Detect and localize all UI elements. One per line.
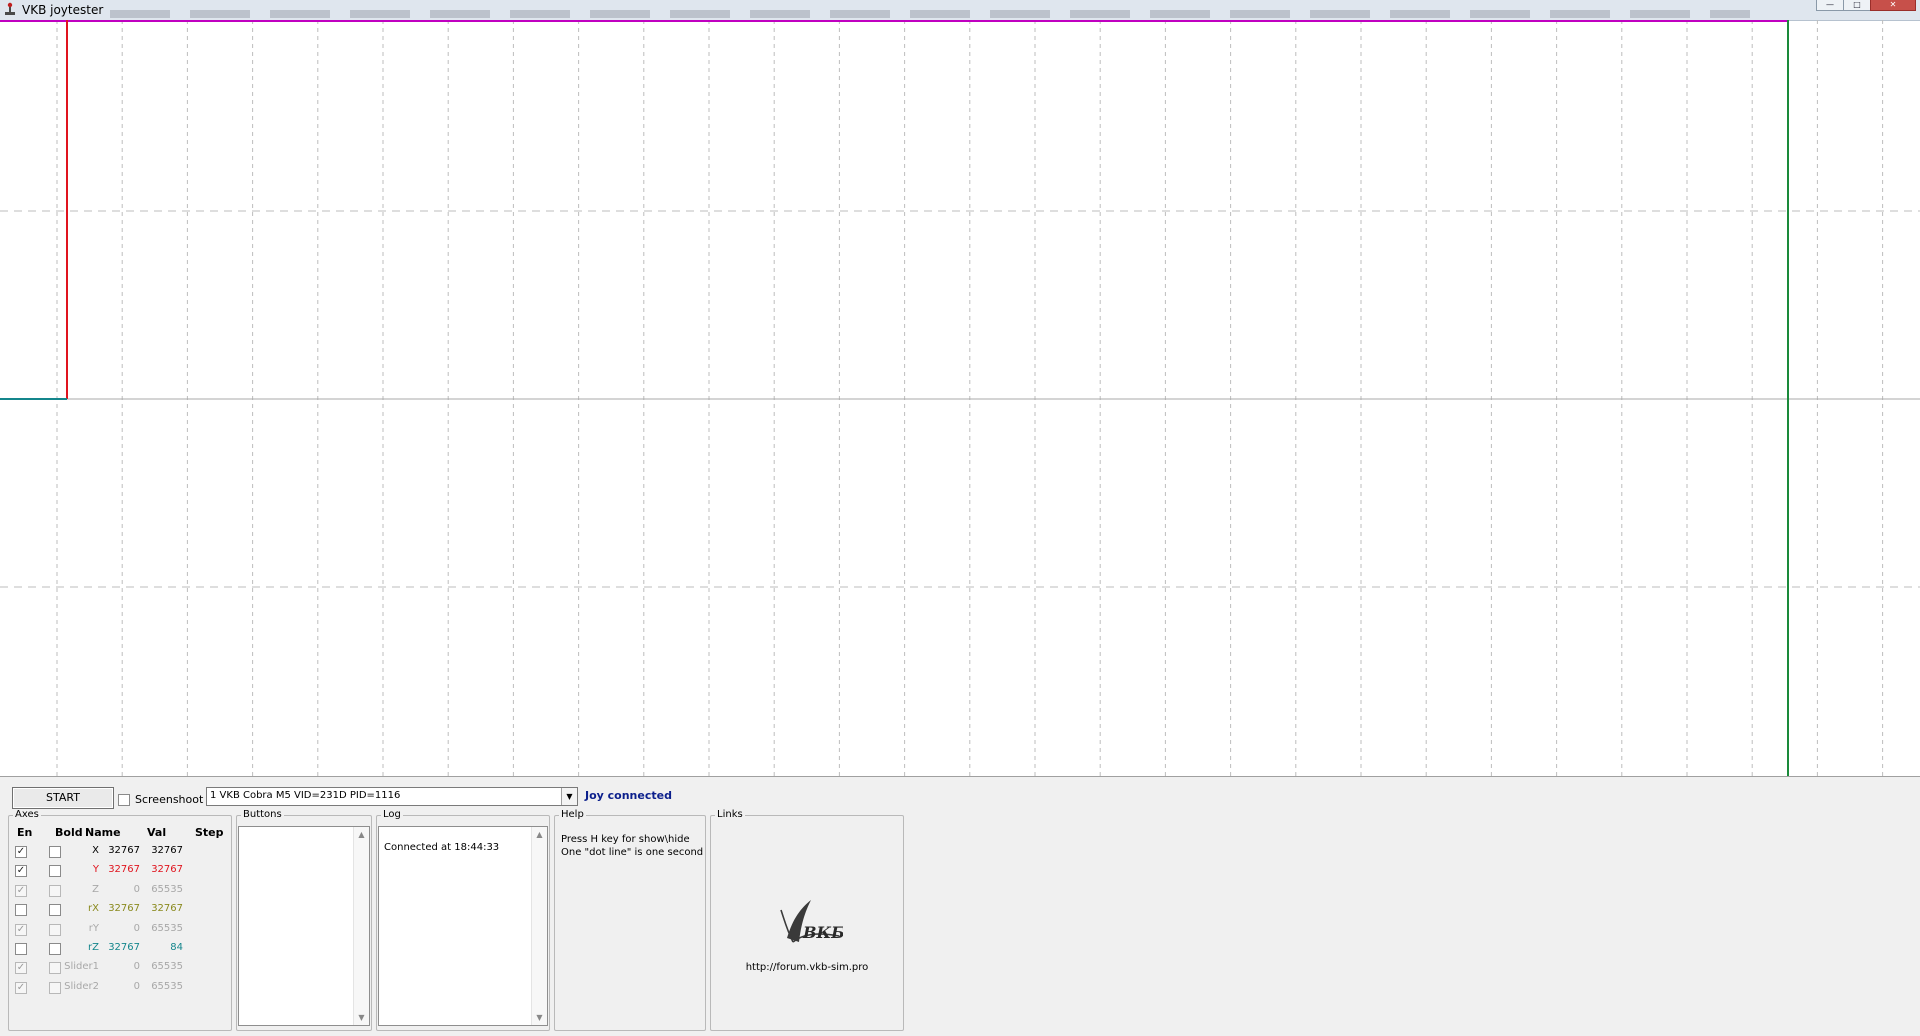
screenshot-checkbox[interactable] bbox=[118, 794, 130, 806]
log-list-scrollbar[interactable]: ▲ ▼ bbox=[531, 827, 547, 1025]
buttons-group-title: Buttons bbox=[241, 809, 284, 821]
screenshot-label: Screenshoot bbox=[135, 793, 204, 806]
axes-group-title: Axes bbox=[13, 809, 41, 821]
device-select-value: 1 VKB Cobra M5 VID=231D PID=1116 bbox=[210, 790, 401, 801]
axis-en-checkbox[interactable] bbox=[15, 943, 27, 955]
axis-step: 65535 bbox=[151, 961, 183, 973]
axis-value: 0 bbox=[133, 980, 140, 992]
axis-step: 32767 bbox=[151, 845, 183, 856]
scroll-down-icon[interactable]: ▼ bbox=[354, 1010, 369, 1025]
axis-en-checkbox[interactable]: ✓ bbox=[15, 962, 27, 975]
scroll-up-icon[interactable]: ▲ bbox=[354, 827, 369, 842]
axis-value: 0 bbox=[133, 922, 140, 934]
scroll-up-icon[interactable]: ▲ bbox=[532, 827, 547, 842]
axis-value: 32767 bbox=[108, 903, 140, 915]
joystick-app-icon bbox=[5, 2, 15, 15]
vkb-logo[interactable]: ВКБ bbox=[773, 898, 843, 958]
minimize-button[interactable]: — bbox=[1816, 0, 1844, 11]
axis-en-checkbox[interactable]: ✓ bbox=[15, 846, 27, 858]
help-line-1: Press H key for show\hide bbox=[561, 834, 690, 845]
axes-header-val: Val bbox=[147, 826, 167, 839]
axis-step: 65535 bbox=[151, 922, 183, 934]
axis-en-checkbox[interactable] bbox=[15, 904, 27, 917]
axis-en-checkbox[interactable]: ✓ bbox=[15, 923, 27, 936]
axis-step: 84 bbox=[170, 942, 183, 953]
axis-step: 32767 bbox=[151, 864, 183, 876]
window-title: VKB joytester bbox=[22, 3, 104, 17]
log-line: Connected at 18:44:33 bbox=[384, 842, 500, 853]
joy-status-label: Joy connected bbox=[585, 789, 672, 802]
axis-value: 32767 bbox=[108, 864, 140, 876]
axes-group: Axes En Bold Name Val Step ✓ X 32767 32767 ✓… bbox=[8, 809, 232, 1031]
log-group-title: Log bbox=[381, 809, 403, 821]
axis-step: 65535 bbox=[151, 980, 183, 992]
log-group: Log Connected at 18:44:33 ▲ ▼ bbox=[376, 809, 550, 1031]
vkb-logo-text: ВКБ bbox=[802, 923, 843, 942]
axes-header-bold: Bold bbox=[55, 826, 83, 839]
forum-link[interactable]: http://forum.vkb-sim.pro bbox=[711, 962, 903, 973]
links-group: Links ВКБ http://forum.vkb-sim.pro bbox=[710, 809, 904, 1031]
axis-value: 0 bbox=[133, 961, 140, 973]
axis-step: 32767 bbox=[151, 903, 183, 915]
axis-en-checkbox[interactable]: ✓ bbox=[15, 865, 27, 878]
maximize-button[interactable]: □ bbox=[1843, 0, 1871, 11]
scroll-down-icon[interactable]: ▼ bbox=[532, 1010, 547, 1025]
start-button[interactable]: START bbox=[12, 787, 114, 809]
chevron-down-icon[interactable]: ▼ bbox=[561, 788, 577, 805]
axis-value: 32767 bbox=[108, 845, 140, 856]
buttons-list-scrollbar[interactable]: ▲ ▼ bbox=[353, 827, 369, 1025]
control-panel: START Screenshoot 1 VKB Cobra M5 VID=231… bbox=[0, 776, 1920, 1036]
axes-header-step: Step bbox=[195, 826, 224, 839]
close-button[interactable]: ✕ bbox=[1870, 0, 1916, 11]
axis-trace-plot bbox=[0, 20, 1920, 776]
help-group-title: Help bbox=[559, 809, 586, 821]
title-bar: VKB joytester — □ ✕ bbox=[0, 0, 1920, 21]
axes-header-name: Name bbox=[85, 826, 121, 839]
buttons-group: Buttons ▲ ▼ bbox=[236, 809, 372, 1031]
axis-value: 0 bbox=[133, 883, 140, 895]
axis-en-checkbox[interactable]: ✓ bbox=[15, 884, 27, 897]
axes-header-en: En bbox=[17, 826, 33, 839]
axis-value: 32767 bbox=[108, 942, 140, 953]
axis-en-checkbox[interactable]: ✓ bbox=[15, 981, 27, 994]
buttons-list[interactable]: ▲ ▼ bbox=[238, 826, 370, 1026]
log-list[interactable]: Connected at 18:44:33 ▲ ▼ bbox=[378, 826, 548, 1026]
links-group-title: Links bbox=[715, 809, 745, 821]
axis-step: 65535 bbox=[151, 883, 183, 895]
help-group: Help Press H key for show\hide One "dot … bbox=[554, 809, 706, 1031]
help-line-2: One "dot line" is one second bbox=[561, 847, 704, 858]
background-menubar-ghost bbox=[110, 10, 1750, 18]
device-select[interactable]: 1 VKB Cobra M5 VID=231D PID=1116 ▼ bbox=[206, 787, 578, 806]
